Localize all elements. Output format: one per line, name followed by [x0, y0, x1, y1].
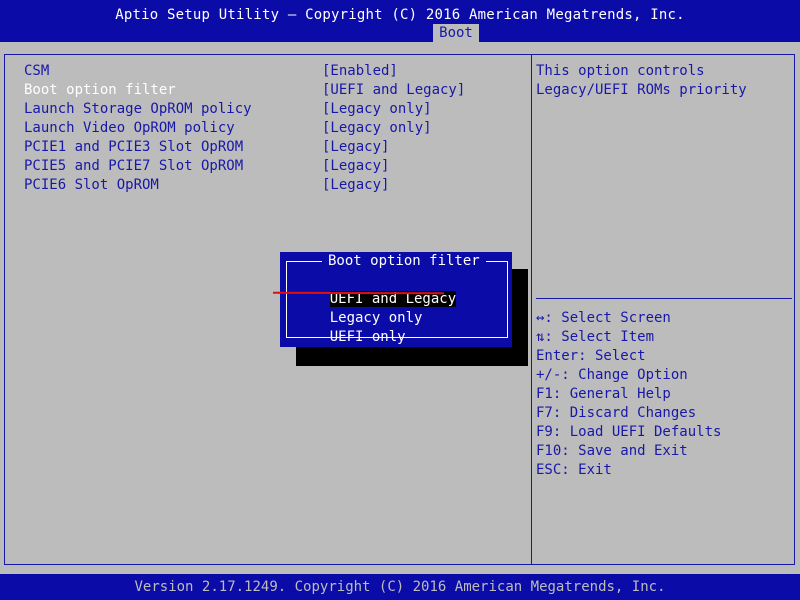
key-load-defaults: F9: Load UEFI Defaults	[536, 424, 722, 440]
key-discard-changes: F7: Discard Changes	[536, 405, 697, 421]
setting-label: PCIE6 Slot OpROM	[24, 177, 159, 193]
tab-boot[interactable]: Boot	[433, 24, 479, 43]
setting-row-pcie6[interactable]: PCIE6 Slot OpROM [Legacy]	[24, 176, 389, 195]
setting-value[interactable]: [Legacy only]	[322, 119, 432, 138]
setting-row-storage-oprom[interactable]: Launch Storage OpROM policy [Legacy only…	[24, 100, 432, 119]
key-select-item: ⇅: Select Item	[536, 329, 655, 345]
setting-label: PCIE5 and PCIE7 Slot OpROM	[24, 158, 244, 174]
setting-value[interactable]: [Legacy]	[322, 138, 389, 157]
key-legend: ↔: Select Screen ⇅: Select Item Enter: S…	[536, 309, 721, 480]
key-save-exit: F10: Save and Exit	[536, 443, 688, 459]
popup-option-uefi-and-legacy[interactable]: UEFI and Legacy	[296, 271, 457, 307]
setting-value[interactable]: [UEFI and Legacy]	[322, 81, 465, 100]
setting-row-pcie5-pcie7[interactable]: PCIE5 and PCIE7 Slot OpROM [Legacy]	[24, 157, 389, 176]
header-bar: Aptio Setup Utility – Copyright (C) 2016…	[0, 0, 800, 43]
footer-version: Version 2.17.1249. Copyright (C) 2016 Am…	[134, 579, 666, 595]
setting-row-boot-option-filter[interactable]: Boot option filter [UEFI and Legacy]	[24, 81, 465, 100]
key-enter-select: Enter: Select	[536, 348, 646, 364]
setting-label: CSM	[24, 63, 50, 79]
key-exit: ESC: Exit	[536, 462, 612, 478]
setting-value[interactable]: [Legacy]	[322, 157, 389, 176]
setting-label: Boot option filter	[24, 82, 176, 98]
key-general-help: F1: General Help	[536, 386, 671, 402]
panel-divider	[531, 54, 532, 565]
setting-row-video-oprom[interactable]: Launch Video OpROM policy [Legacy only]	[24, 119, 432, 138]
setting-value[interactable]: [Enabled]	[322, 62, 398, 81]
boot-option-filter-popup: Boot option filter UEFI and Legacy Legac…	[280, 252, 512, 347]
setting-value[interactable]: [Legacy]	[322, 176, 389, 195]
help-line-2: Legacy/UEFI ROMs priority	[536, 82, 747, 98]
setting-row-pcie1-pcie3[interactable]: PCIE1 and PCIE3 Slot OpROM [Legacy]	[24, 138, 389, 157]
setting-label: Launch Video OpROM policy	[24, 120, 235, 136]
setting-label: Launch Storage OpROM policy	[24, 101, 252, 117]
app-title: Aptio Setup Utility – Copyright (C) 2016…	[115, 7, 685, 23]
popup-title: Boot option filter	[322, 252, 486, 271]
footer-bar: Version 2.17.1249. Copyright (C) 2016 Am…	[0, 574, 800, 600]
key-change-option: +/-: Change Option	[536, 367, 688, 383]
help-divider	[536, 298, 792, 299]
popup-option-label: UEFI only	[329, 329, 406, 345]
popup-option-uefi-only[interactable]: UEFI only	[296, 309, 406, 345]
setting-row-csm[interactable]: CSM [Enabled]	[24, 62, 398, 81]
setting-value[interactable]: [Legacy only]	[322, 100, 432, 119]
help-line-1: This option controls	[536, 63, 705, 79]
setting-label: PCIE1 and PCIE3 Slot OpROM	[24, 139, 244, 155]
key-select-screen: ↔: Select Screen	[536, 310, 671, 326]
